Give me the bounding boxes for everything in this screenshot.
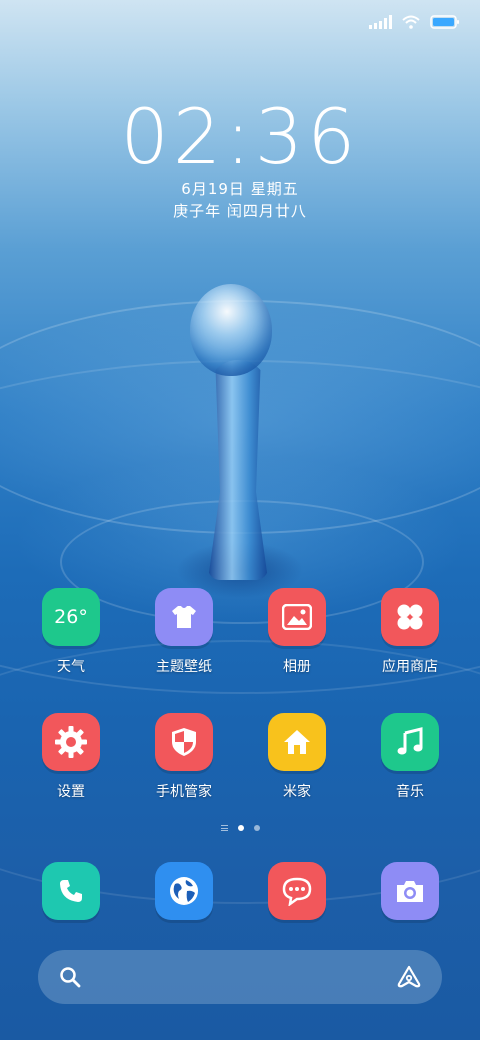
app-mi-home[interactable]: 米家 bbox=[242, 713, 352, 801]
app-label: 应用商店 bbox=[382, 659, 438, 675]
app-weather[interactable]: 26° 天气 bbox=[16, 588, 126, 676]
signal-icon bbox=[369, 15, 392, 29]
shield-icon bbox=[155, 713, 213, 771]
lunar-date-line: 庚子年 闰四月廿八 bbox=[173, 202, 307, 220]
search-bar[interactable] bbox=[38, 950, 442, 1004]
lockscreen-clock: 02:36 bbox=[120, 92, 360, 181]
app-label: 手机管家 bbox=[156, 784, 212, 800]
status-bar bbox=[369, 12, 460, 32]
globe-icon bbox=[155, 862, 213, 920]
dock-messages[interactable] bbox=[242, 862, 352, 920]
gear-icon bbox=[42, 713, 100, 771]
page-indicator[interactable] bbox=[0, 825, 480, 831]
wallpaper-water-drop bbox=[190, 284, 272, 376]
app-security[interactable]: 手机管家 bbox=[129, 713, 239, 801]
assistant-icon[interactable] bbox=[396, 964, 422, 994]
message-bubble-icon bbox=[268, 862, 326, 920]
battery-icon bbox=[430, 15, 460, 29]
weather-icon: 26° bbox=[42, 588, 100, 646]
app-store[interactable]: 应用商店 bbox=[355, 588, 465, 676]
date-block: 6月19日 星期五 庚子年 闰四月廿八 bbox=[0, 178, 480, 222]
weather-temperature: 26° bbox=[54, 606, 88, 628]
gallery-icon bbox=[268, 588, 326, 646]
app-themes[interactable]: 主题壁纸 bbox=[129, 588, 239, 676]
wifi-icon bbox=[402, 15, 420, 29]
tshirt-icon bbox=[155, 588, 213, 646]
dock-phone[interactable] bbox=[16, 862, 126, 920]
app-label: 相册 bbox=[283, 659, 311, 675]
date-line: 6月19日 星期五 bbox=[181, 180, 299, 198]
home-icon bbox=[268, 713, 326, 771]
app-list-indicator-icon bbox=[220, 825, 228, 831]
dock-browser[interactable] bbox=[129, 862, 239, 920]
search-icon[interactable] bbox=[58, 965, 82, 993]
home-screen: 02:36 6月19日 星期五 庚子年 闰四月廿八 26° 天气 主题壁纸 相册… bbox=[0, 0, 480, 1040]
app-label: 音乐 bbox=[396, 784, 424, 800]
page-dot bbox=[253, 825, 260, 831]
page-dot-active bbox=[237, 825, 244, 831]
app-label: 设置 bbox=[57, 784, 85, 800]
app-gallery[interactable]: 相册 bbox=[242, 588, 352, 676]
app-label: 米家 bbox=[283, 784, 311, 800]
app-music[interactable]: 音乐 bbox=[355, 713, 465, 801]
dock-camera[interactable] bbox=[355, 862, 465, 920]
camera-icon bbox=[381, 862, 439, 920]
phone-icon bbox=[42, 862, 100, 920]
clover-icon bbox=[381, 588, 439, 646]
app-label: 主题壁纸 bbox=[156, 659, 212, 675]
app-label: 天气 bbox=[57, 659, 85, 675]
app-settings[interactable]: 设置 bbox=[16, 713, 126, 801]
music-note-icon bbox=[381, 713, 439, 771]
